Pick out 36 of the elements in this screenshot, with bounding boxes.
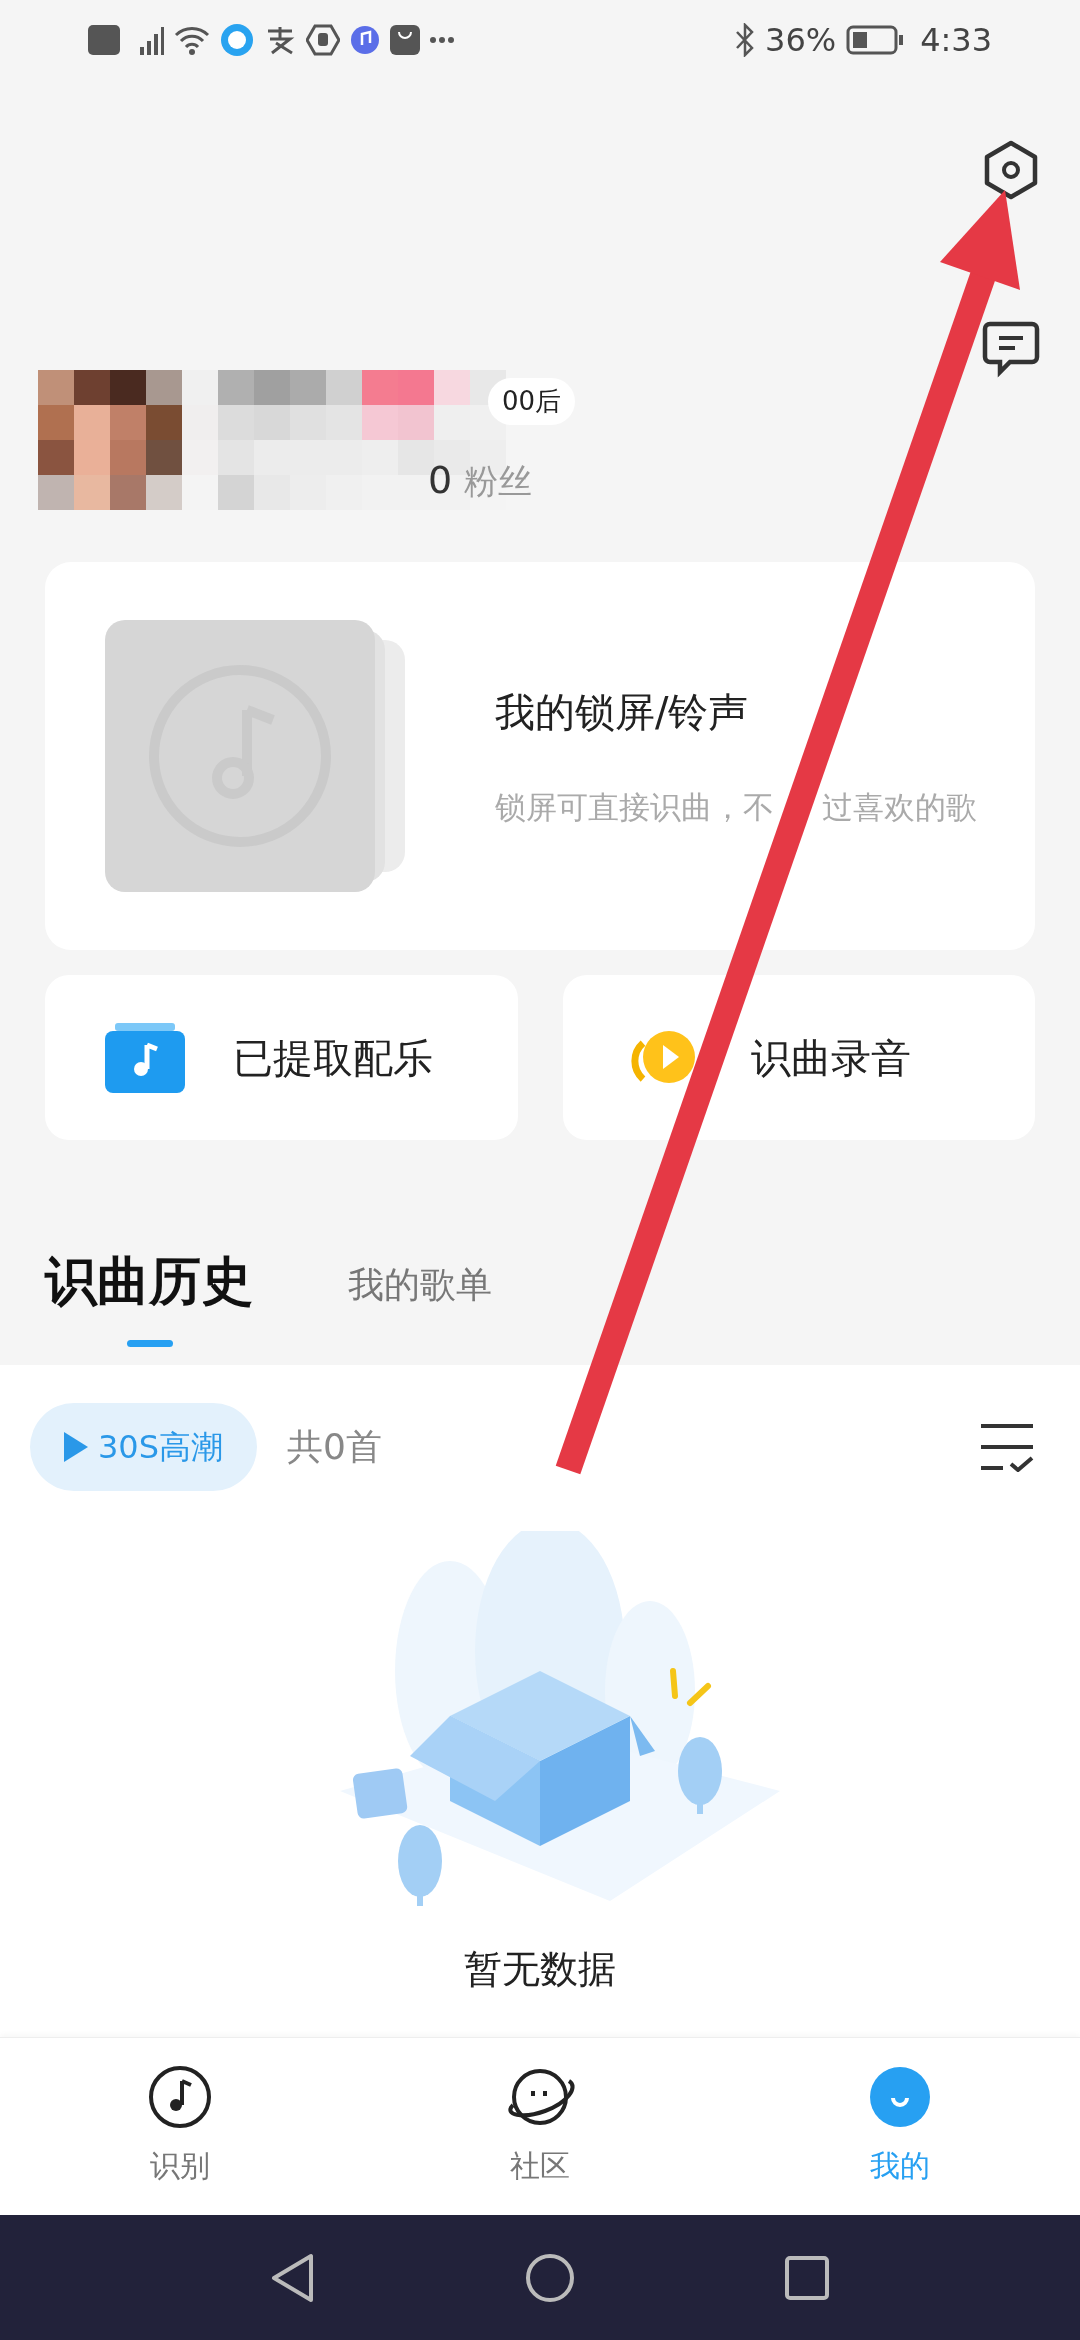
- battery-icon: [846, 25, 905, 55]
- card-subtitle: 过喜欢的歌: [822, 787, 977, 827]
- nav-tab[interactable]: 我的: [720, 2038, 1080, 2215]
- music-app-icon: [220, 23, 254, 57]
- list-check-icon[interactable]: [979, 1422, 1035, 1472]
- followers-count: 0: [428, 457, 453, 504]
- shortcut-card[interactable]: 识曲录音: [562, 975, 1035, 1140]
- wifi-icon: [174, 25, 210, 55]
- play-icon: [64, 1432, 88, 1462]
- song-count: 共0首: [287, 1425, 382, 1469]
- tab[interactable]: 识曲历史: [45, 1242, 253, 1320]
- clock: 4:33: [920, 20, 992, 61]
- age-tag: 00后: [488, 378, 576, 425]
- back-icon[interactable]: [271, 2252, 315, 2303]
- shopping-bag-icon: [390, 25, 420, 55]
- home-icon[interactable]: [525, 2252, 575, 2303]
- bluetooth-icon: [735, 23, 755, 57]
- music-folder-icon: [105, 1022, 185, 1093]
- nav-tab[interactable]: 识别: [0, 2038, 360, 2215]
- recent-apps-icon[interactable]: [785, 2255, 829, 2300]
- settings-icon[interactable]: [982, 140, 1040, 200]
- play-highlights-button[interactable]: 30S高潮: [30, 1403, 258, 1491]
- followers-label: 粉丝: [464, 460, 533, 503]
- tab-indicator: [127, 1340, 173, 1347]
- shortcut-card[interactable]: 已提取配乐: [45, 975, 518, 1140]
- smiley-icon: [868, 2065, 932, 2129]
- card-title: 我的锁屏/铃声: [495, 687, 750, 737]
- nav-tab[interactable]: 社区: [360, 2038, 720, 2215]
- music-note-icon: [148, 2065, 212, 2129]
- empty-message: 暂无数据: [464, 1946, 616, 1993]
- card-subtitle: 锁屏可直接识曲，不: [495, 787, 774, 827]
- more-icon: [430, 36, 454, 44]
- lockscreen-card[interactable]: 我的锁屏/铃声 锁屏可直接识曲，不 过喜欢的歌: [45, 562, 1035, 950]
- message-icon[interactable]: [982, 320, 1040, 378]
- battery-percent: 36%: [765, 20, 837, 61]
- tab[interactable]: 我的歌单: [348, 1258, 492, 1320]
